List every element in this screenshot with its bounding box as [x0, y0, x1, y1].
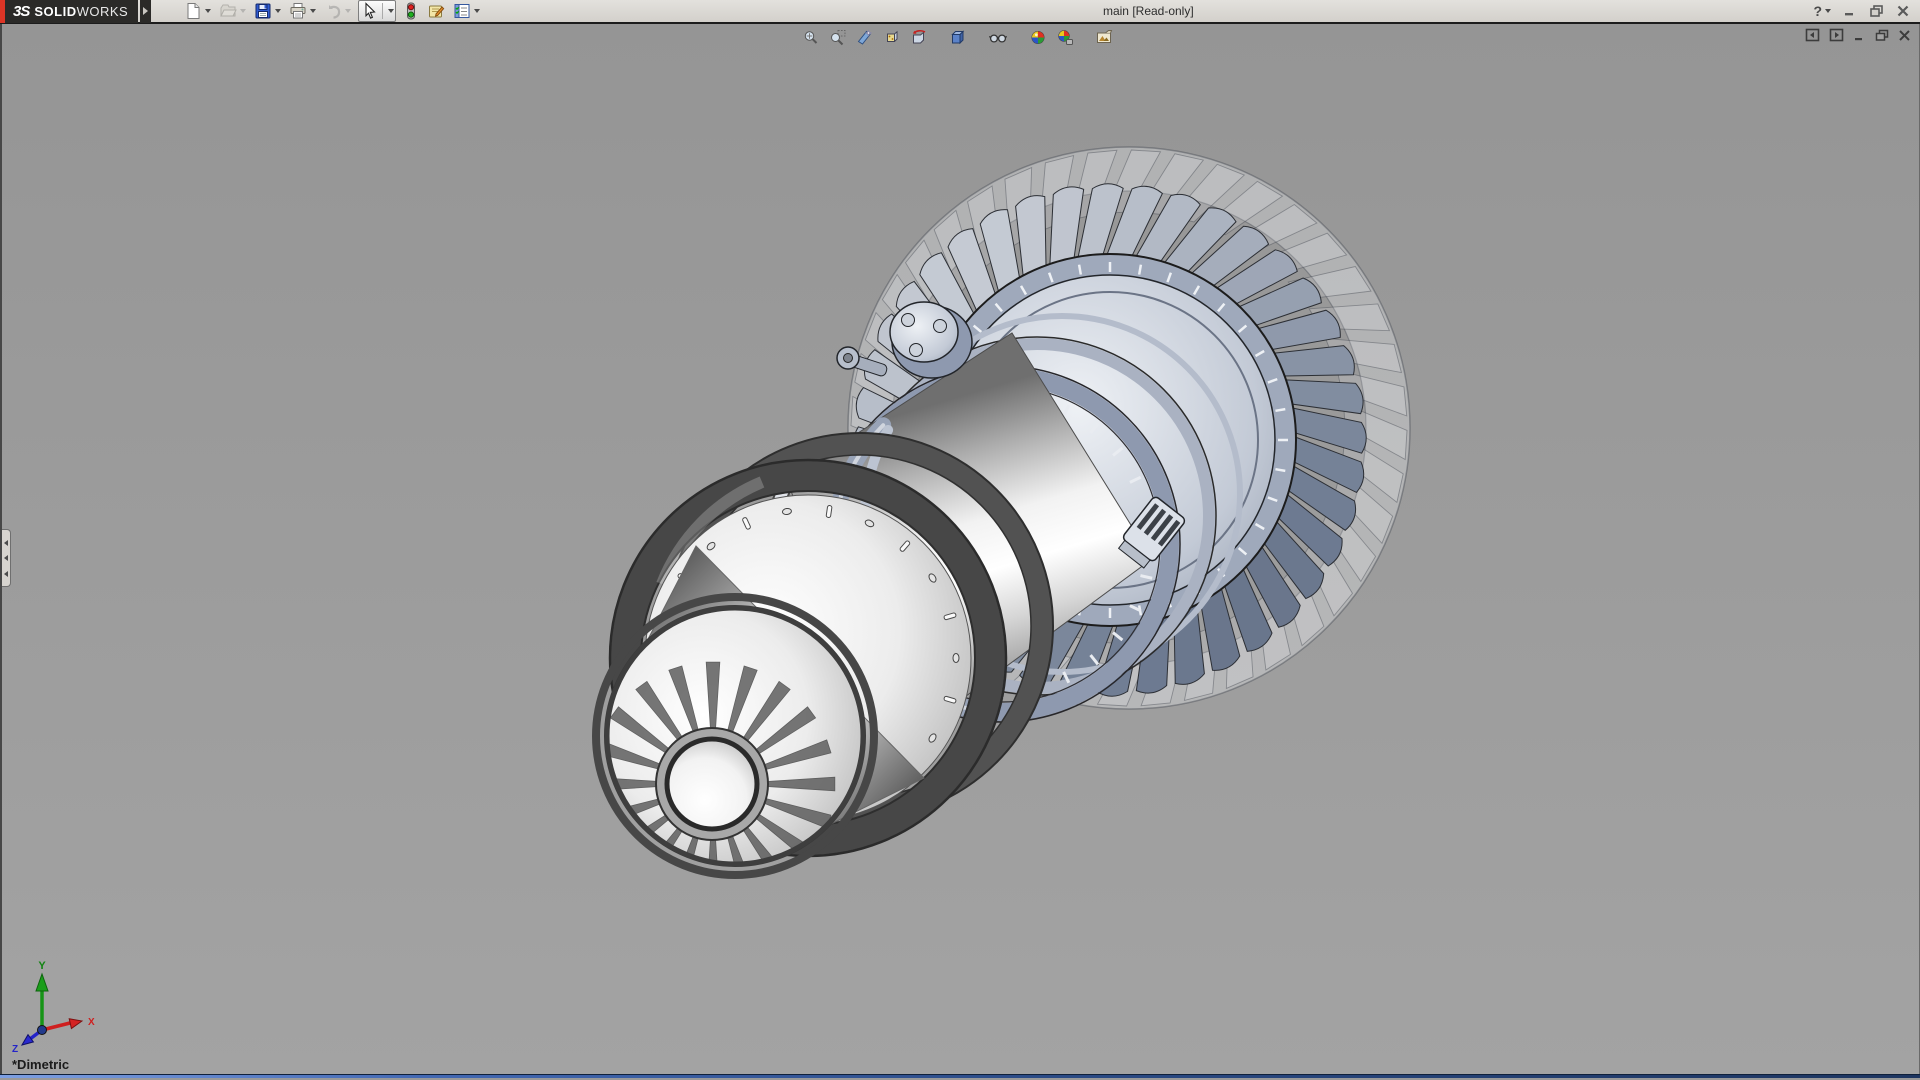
panel-left-arrow-icon — [1805, 28, 1820, 42]
previous-view-button[interactable] — [908, 27, 929, 48]
expand-right-pane-button[interactable] — [1829, 28, 1844, 42]
new-document-icon — [184, 2, 202, 20]
left-arrow-icon — [4, 540, 8, 546]
close-button[interactable] — [1896, 4, 1910, 18]
logo-red-stripe — [0, 0, 5, 23]
left-arrow-icon — [4, 555, 8, 561]
selection-filter-button[interactable] — [400, 0, 422, 22]
solidworks-window: 3S SOLIDWORKS — [0, 0, 1920, 1080]
triad-z-label: Z — [12, 1044, 18, 1054]
apply-scene-button[interactable] — [1054, 27, 1075, 48]
hide-show-items-button[interactable] — [986, 27, 1009, 48]
brand-name-light: WORKS — [77, 4, 129, 19]
close-document-button[interactable] — [1898, 29, 1911, 42]
section-view-icon — [856, 29, 873, 46]
right-arrow-icon — [143, 7, 148, 15]
view-orientation-icon — [883, 29, 900, 46]
chevron-down-icon — [205, 9, 211, 13]
help-button[interactable]: ? — [1813, 3, 1831, 19]
restore-button[interactable] — [1869, 4, 1884, 18]
minimize-document-button[interactable] — [1853, 29, 1866, 42]
jet-engine-model[interactable] — [591, 147, 1410, 906]
solidworks-logo: 3S SOLIDWORKS — [0, 0, 138, 23]
close-icon — [1898, 29, 1911, 42]
view-settings-icon — [1095, 29, 1113, 46]
select-tool-button[interactable] — [358, 0, 396, 22]
document-window-controls — [1805, 28, 1911, 42]
restore-icon — [1875, 29, 1889, 42]
options-button[interactable] — [450, 0, 483, 22]
stoplight-icon — [403, 2, 419, 20]
appearance-ball-icon — [1029, 29, 1046, 46]
triad-x-label: X — [88, 1017, 95, 1028]
panel-right-arrow-icon — [1829, 28, 1844, 42]
print-button[interactable] — [286, 0, 319, 22]
undo-arrow-icon — [324, 2, 342, 20]
section-view-button[interactable] — [854, 27, 875, 48]
3d-viewport-canvas[interactable] — [2, 24, 1920, 1074]
zoom-to-area-button[interactable] — [827, 27, 848, 48]
3d-viewport[interactable]: Y X Z *Dimetric — [0, 24, 1920, 1074]
chevron-down-icon — [240, 9, 246, 13]
chevron-down-icon[interactable] — [388, 9, 394, 13]
collapse-left-pane-button[interactable] — [1805, 28, 1820, 42]
save-button[interactable] — [251, 0, 284, 22]
print-icon — [289, 2, 307, 20]
chevron-down-icon — [345, 9, 351, 13]
chevron-down-icon — [1825, 9, 1831, 13]
headsup-view-toolbar — [800, 27, 1121, 48]
previous-view-icon — [910, 29, 927, 46]
display-style-button[interactable] — [947, 27, 968, 48]
zoom-to-fit-button[interactable] — [800, 27, 821, 48]
ds-logo-glyph: 3S — [13, 3, 29, 20]
design-binder-button[interactable] — [424, 0, 448, 22]
edit-appearance-button[interactable] — [1027, 27, 1048, 48]
open-button[interactable] — [216, 0, 249, 22]
undo-button[interactable] — [321, 0, 354, 22]
left-arrow-icon — [4, 571, 8, 577]
triad-y-label: Y — [38, 960, 46, 972]
options-checklist-icon — [453, 2, 471, 20]
minimize-icon — [1853, 29, 1866, 42]
display-style-icon — [949, 29, 966, 46]
zoom-to-fit-icon — [802, 29, 819, 46]
view-orientation-button[interactable] — [881, 27, 902, 48]
apply-scene-icon — [1056, 29, 1073, 46]
taskbar-edge — [0, 1074, 1920, 1078]
chevron-down-icon — [474, 9, 480, 13]
restore-icon — [1869, 4, 1884, 18]
design-binder-icon — [427, 2, 445, 20]
minimize-button[interactable] — [1843, 4, 1857, 18]
zoom-to-area-icon — [829, 29, 846, 46]
save-floppy-icon — [254, 2, 272, 20]
titlebar[interactable]: 3S SOLIDWORKS — [0, 0, 1920, 24]
chevron-down-icon — [275, 9, 281, 13]
help-icon: ? — [1813, 3, 1822, 19]
brand-name-bold: SOLID — [34, 4, 76, 19]
select-cursor-icon — [360, 1, 380, 21]
close-icon — [1896, 4, 1910, 18]
window-title: main [Read-only] — [483, 4, 1813, 18]
minimize-icon — [1843, 4, 1857, 18]
open-folder-icon — [219, 2, 237, 20]
view-orientation-label: *Dimetric — [12, 1057, 69, 1072]
standard-toolbar — [181, 0, 483, 22]
restore-document-button[interactable] — [1875, 29, 1889, 42]
new-document-button[interactable] — [181, 0, 214, 22]
divider — [382, 3, 383, 19]
window-controls: ? — [1813, 3, 1910, 19]
view-settings-button[interactable] — [1093, 27, 1115, 48]
reference-triad: Y X Z — [8, 958, 104, 1054]
feature-manager-collapsed-tab[interactable] — [2, 529, 11, 587]
menu-expand-arrow[interactable] — [140, 0, 151, 23]
eyeglasses-icon — [988, 29, 1007, 46]
chevron-down-icon — [310, 9, 316, 13]
